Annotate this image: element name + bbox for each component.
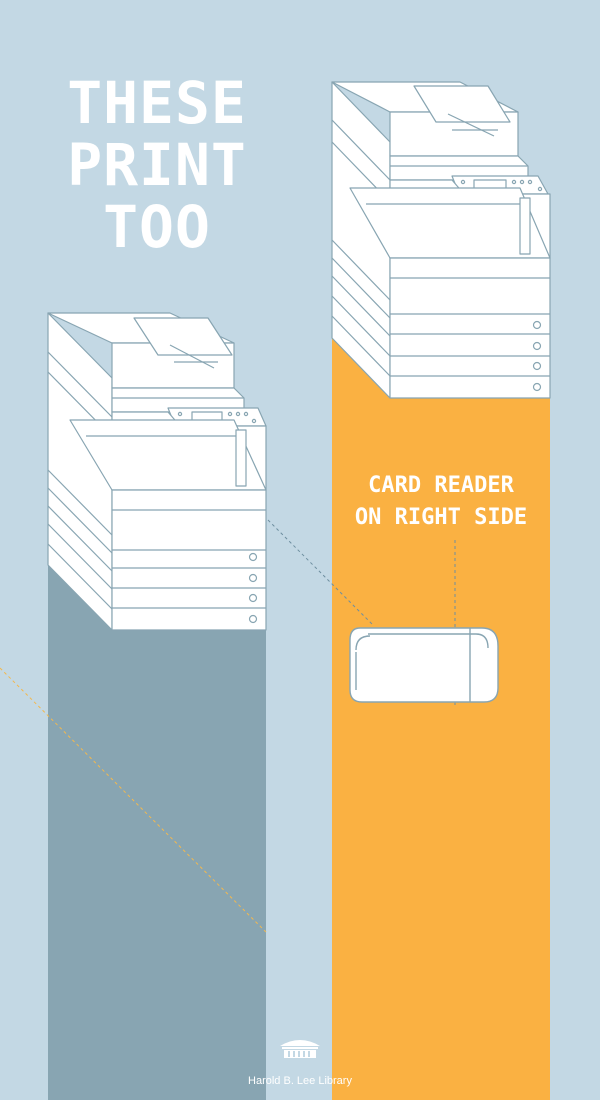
- card-reader-callout: CARD READER ON RIGHT SIDE: [332, 470, 550, 534]
- poster: THESE PRINT TOO CARD READER ON RIGHT SID…: [0, 0, 600, 1100]
- callout-line-1: CARD READER: [368, 473, 514, 498]
- illustration: [0, 81, 551, 933]
- callout-line-2: ON RIGHT SIDE: [354, 505, 528, 530]
- library-building-icon: [280, 1040, 320, 1058]
- orange-guide-line: [0, 667, 267, 933]
- printer-icon: [47, 312, 267, 631]
- printer-icon: [331, 81, 551, 399]
- card-reader-icon: [349, 627, 499, 703]
- library-name: Harold B. Lee Library: [248, 1075, 352, 1087]
- left-reader-guide-line: [267, 519, 373, 625]
